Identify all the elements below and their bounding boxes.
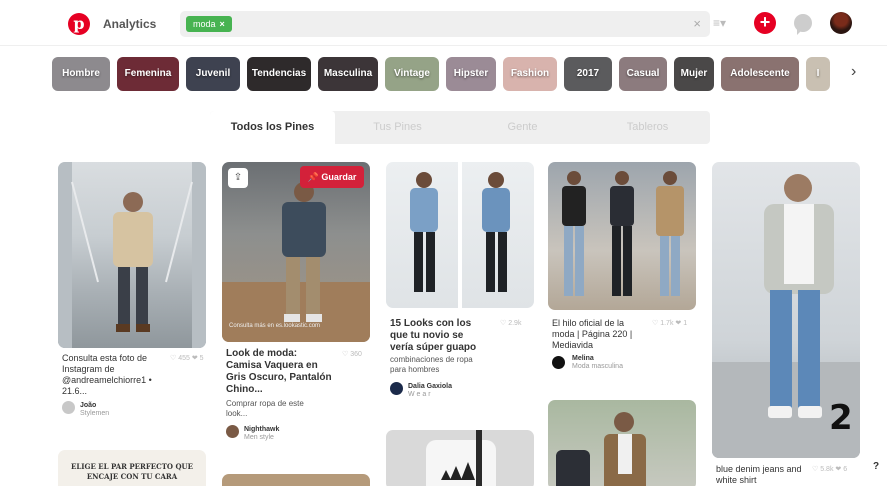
mirror-selfie-photo xyxy=(222,182,370,342)
category-chip-vintage[interactable]: Vintage xyxy=(385,57,439,91)
board-name[interactable]: Stylemen xyxy=(80,409,109,418)
chip-close-icon[interactable]: × xyxy=(220,19,225,29)
pin-title[interactable]: Consulta esta foto de Instagram de @andr… xyxy=(62,353,162,397)
avatar[interactable] xyxy=(390,382,403,395)
category-chip-casual[interactable]: Casual xyxy=(619,57,667,91)
help-button[interactable]: ? xyxy=(873,461,879,472)
quote-pin[interactable]: ELIGE EL PAR PERFECTO QUE ENCAJE CON TU … xyxy=(58,450,206,486)
category-chip-juvenil[interactable]: Juvenil xyxy=(186,57,240,91)
category-chips: Hombre Femenina Juvenil Tendencias Masculina… xyxy=(52,57,872,91)
category-chip-adolescente[interactable]: Adolescente xyxy=(721,57,799,91)
category-chip-fashion[interactable]: Fashion xyxy=(503,57,557,91)
category-chip-i[interactable]: I xyxy=(806,57,830,91)
two-looks-photo xyxy=(410,162,510,308)
pin-stats: ♡ 360 xyxy=(342,351,362,358)
pin-stats: ♡ 1.7k ❤ 1 xyxy=(652,320,688,327)
pin-image[interactable] xyxy=(548,162,696,310)
messages-icon[interactable] xyxy=(794,14,812,35)
pin-image[interactable] xyxy=(386,162,534,308)
tab-gente[interactable]: Gente xyxy=(460,111,585,144)
profile-avatar[interactable] xyxy=(830,12,852,34)
tab-tus-pines[interactable]: Tus Pines xyxy=(335,111,460,144)
search-bar[interactable]: moda × × xyxy=(180,11,710,37)
board-name[interactable]: W e a r xyxy=(408,390,431,399)
category-chip-femenina[interactable]: Femenina xyxy=(117,57,179,91)
pin-image[interactable] xyxy=(58,162,206,348)
avatar[interactable] xyxy=(552,356,565,369)
category-chip-masculina[interactable]: Masculina xyxy=(318,57,378,91)
pin-image[interactable] xyxy=(548,400,696,486)
category-chip-mujer[interactable]: Mujer xyxy=(674,57,714,91)
top-header: p Analytics moda × × ≡▾ + xyxy=(0,0,887,46)
pin-image[interactable] xyxy=(222,474,370,486)
street-style-photo xyxy=(556,412,646,486)
three-outfits-photo xyxy=(562,171,684,296)
pin-title[interactable]: 15 Looks con los que tu novio se vería s… xyxy=(390,318,485,354)
board-name[interactable]: Men style xyxy=(244,433,274,442)
search-chip-moda[interactable]: moda × xyxy=(186,16,232,32)
category-chip-hombre[interactable]: Hombre xyxy=(52,57,110,91)
adidas-shirt-photo xyxy=(426,430,496,486)
pin-title[interactable]: Look de moda: Camisa Vaquera en Gris Osc… xyxy=(226,348,334,396)
chevron-right-icon[interactable]: › xyxy=(851,63,856,81)
tab-tableros[interactable]: Tableros xyxy=(585,111,710,144)
category-chip-2017[interactable]: 2017 xyxy=(564,57,612,91)
create-plus-button[interactable]: + xyxy=(754,12,776,34)
clear-search-icon[interactable]: × xyxy=(693,16,701,32)
save-button-label: Guardar xyxy=(321,172,357,182)
image-credit[interactable]: Consulta más en es.lookastic.com xyxy=(229,323,320,329)
tab-todos-los-pines[interactable]: Todos los Pines xyxy=(210,111,335,144)
category-chip-hipster[interactable]: Hipster xyxy=(446,57,496,91)
avatar[interactable] xyxy=(226,425,239,438)
share-icon[interactable]: ⇪ xyxy=(228,168,248,188)
pin-description: combinaciones de ropa para hombres xyxy=(390,355,473,374)
search-chip-label: moda xyxy=(193,19,216,29)
pin-title[interactable]: blue denim jeans and white shirt xyxy=(716,464,806,486)
pinterest-logo-icon[interactable]: p xyxy=(68,13,90,35)
pin-stats: ♡ 2.9k xyxy=(500,320,522,327)
board-name[interactable]: Moda masculina xyxy=(572,362,623,371)
pin-number-badge: 2 xyxy=(829,398,853,438)
pin-description: Comprar ropa de este look... xyxy=(226,399,304,418)
pin-stats: ♡ 5.8k ❤ 6 xyxy=(812,466,848,473)
pin-stats: ♡ 455 ❤ 5 xyxy=(170,355,204,362)
pin-image[interactable] xyxy=(386,430,534,486)
pin-image[interactable] xyxy=(222,162,370,342)
analytics-link[interactable]: Analytics xyxy=(103,17,156,31)
pin-filter-tabs: Todos los Pines Tus Pines Gente Tableros xyxy=(210,111,710,144)
save-button[interactable]: 📌 Guardar xyxy=(300,166,364,188)
avatar[interactable] xyxy=(62,401,75,414)
list-icon[interactable]: ≡▾ xyxy=(713,16,726,30)
man-bridge-photo xyxy=(58,162,206,348)
pin-title[interactable]: El hilo oficial de la moda | Página 220 … xyxy=(552,318,637,351)
category-chip-tendencias[interactable]: Tendencias xyxy=(247,57,311,91)
